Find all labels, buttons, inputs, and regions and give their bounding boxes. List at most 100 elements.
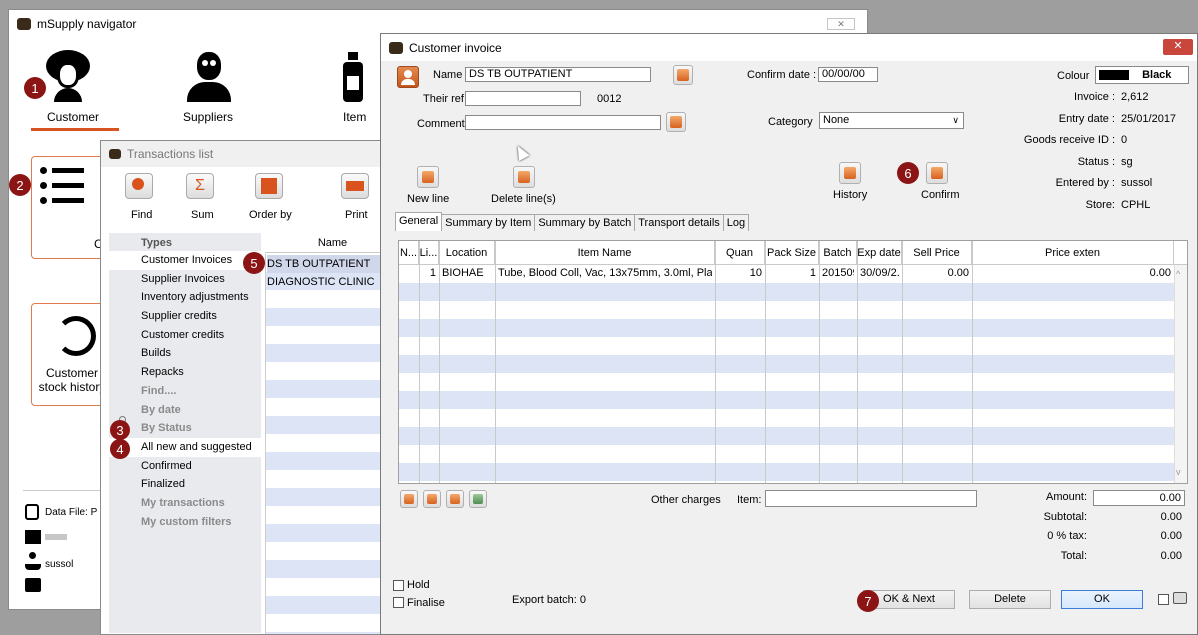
types-header: Types [141,237,172,249]
msupply-logo-icon [17,18,31,30]
types-menu-item[interactable]: My custom filters [109,513,261,532]
invoice-close-button[interactable]: ✕ [1163,39,1193,55]
print-button[interactable]: Print [331,171,381,223]
colour-label: Colour [1057,70,1090,82]
types-menu-item[interactable]: Customer credits [109,326,261,345]
invoice-tabs: General Summary by Item Summary by Batch Tr… [395,212,750,231]
comment-field[interactable] [465,115,661,130]
invoice-info-label: Invoice : [1074,91,1115,103]
types-menu-item[interactable]: Confirmed [109,457,261,476]
order-by-icon [255,173,283,199]
invoice-info-row: Entry date : 25/01/2017 [975,113,1185,135]
print-checkbox[interactable] [1158,594,1169,605]
totals-label: Total: [1060,549,1087,562]
types-menu-item[interactable]: My transactions [109,494,261,513]
step-badge-3: 3 [110,420,130,440]
table-scrollbar[interactable] [1174,265,1187,483]
list-icon [40,165,86,207]
other-charges-item-field[interactable] [765,490,977,507]
item-label: Item [343,110,367,124]
new-line-button[interactable]: New line [403,166,453,210]
finalise-checkbox[interactable] [393,597,404,608]
delete-button[interactable]: Delete [969,590,1051,609]
types-menu-item[interactable]: Find.... [109,382,261,401]
confirm-button[interactable]: Confirm [911,162,961,206]
printer-icon[interactable] [1173,592,1187,604]
msupply-logo-icon [109,149,121,159]
mouse-cursor-icon [512,143,530,161]
suppliers-tab[interactable]: Suppliers [159,38,269,128]
tab-summary-by-batch[interactable]: Summary by Batch [534,214,636,231]
invoice-info-value: CPHL [1121,198,1151,211]
category-select[interactable]: None ∨ [819,112,964,129]
column-divider [495,241,496,483]
types-menu-item[interactable]: By Status [109,419,261,438]
tab-general[interactable]: General [395,212,443,231]
comment-arrow-button[interactable] [666,112,686,132]
name-label: Name [433,69,463,81]
history-icon [56,316,96,356]
invoice-info-label: Store: [1085,198,1115,211]
customer-lookup-button[interactable] [397,66,419,88]
colour-select[interactable]: Black [1095,66,1189,84]
their-ref-field[interactable] [465,91,581,106]
scroll-up-icon[interactable]: ^ [1176,269,1180,279]
types-menu-item[interactable]: Customer Invoices [109,251,261,270]
navigator-close-button[interactable]: ✕ [827,18,855,30]
types-menu-item[interactable]: Builds [109,344,261,363]
minus-icon [513,166,535,188]
name-arrow-button[interactable] [673,65,693,85]
confirm-date-label: Confirm date : [747,69,817,81]
tab-log[interactable]: Log [722,214,750,231]
delete-lines-button[interactable]: Delete line(s) [487,166,557,210]
suppliers-icon [187,52,231,102]
comment-label: Comment [417,118,465,130]
types-menu-item[interactable]: Supplier credits [109,307,261,326]
history-icon [839,162,861,184]
types-menu-item[interactable]: Supplier Invoices [109,270,261,289]
add-line-icon[interactable] [400,490,418,508]
edit-icon[interactable] [446,490,464,508]
data-file-label: Data File: P [45,507,98,518]
msupply-logo-icon [389,41,403,54]
export-icon[interactable] [469,490,487,508]
item-icon [343,52,363,102]
find-button[interactable]: Find [115,171,165,223]
store-name-blurred [45,534,67,540]
order-by-button[interactable]: Order by [241,171,301,223]
totals: Amount: 0.00 Subtotal: 0.00 0 % tax: 0.00 Tota… [981,490,1187,568]
hold-checkbox[interactable] [393,580,404,591]
tab-transport-details[interactable]: Transport details [634,214,724,231]
invoice-info-row: Store: CPHL [975,199,1185,221]
totals-value: 0.00 [1160,510,1182,523]
column-divider [902,241,903,483]
user-label: sussol [45,559,74,570]
invoice-info-value: 2,612 [1121,91,1149,103]
info-icon[interactable] [423,490,441,508]
invoice-info-value: sussol [1121,177,1153,189]
types-menu-item[interactable]: By date [109,401,261,420]
invoice-info-row: Status : sg [975,156,1185,178]
types-menu-item[interactable]: Inventory adjustments [109,288,261,307]
scroll-down-icon[interactable]: v [1176,467,1181,477]
item-tab[interactable]: Item [319,38,379,128]
types-menu-item[interactable]: Finalized [109,475,261,494]
ok-button[interactable]: OK [1061,590,1143,609]
customer-underline [31,128,119,131]
item-label: Item: [737,494,762,506]
name-field[interactable]: DS TB OUTPATIENT [465,67,651,82]
types-menu-item[interactable]: Repacks [109,363,261,382]
types-menu-item[interactable]: All new and suggested [109,437,261,457]
totals-value[interactable]: 0.00 [1093,490,1185,506]
invoice-info-row: Entered by : sussol [975,177,1185,199]
confirm-date-field[interactable]: 00/00/00 [818,67,878,82]
category-label: Category [768,116,813,128]
tab-summary-by-item[interactable]: Summary by Item [441,214,536,231]
step-badge-1: 1 [24,77,46,99]
customer-label: Customer [47,110,100,124]
hold-label: Hold [407,579,430,591]
person-icon [404,70,412,78]
history-button[interactable]: History [827,162,877,206]
sum-button[interactable]: Σ Sum [176,171,226,223]
types-menu: Customer Invoices Supplier Invoices Invent… [109,251,261,531]
